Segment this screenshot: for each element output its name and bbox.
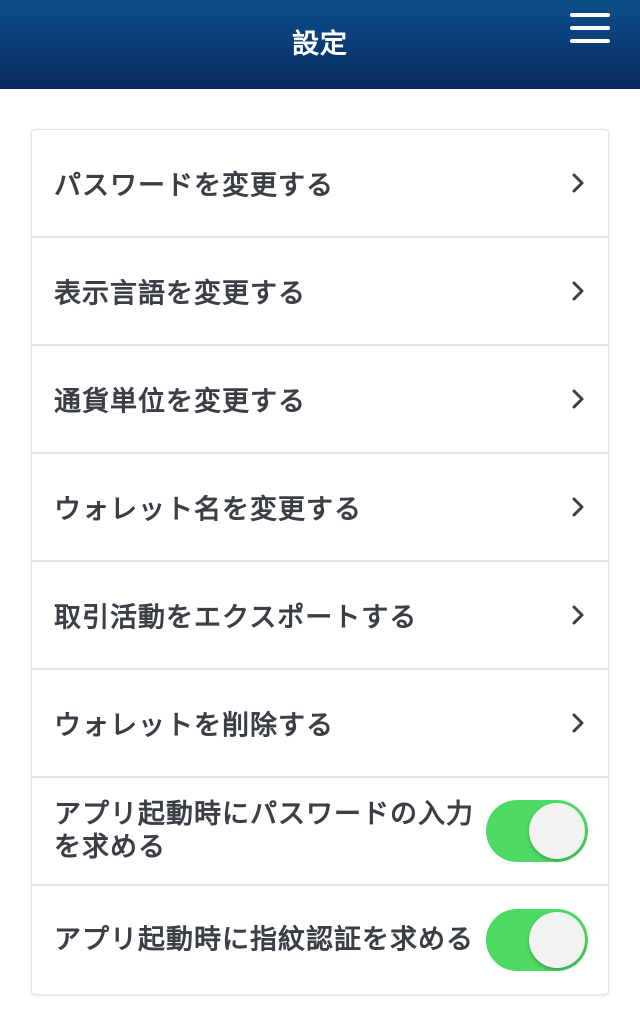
settings-item-label: アプリ起動時に指紋認証を求める xyxy=(54,924,474,956)
settings-item-change-wallet-name[interactable]: ウォレット名を変更する xyxy=(32,454,608,562)
settings-item-export-activity[interactable]: 取引活動をエクスポートする xyxy=(32,562,608,670)
chevron-right-icon xyxy=(572,389,584,409)
settings-item-label: アプリ起動時にパスワードの入力を求める xyxy=(54,799,474,863)
settings-item-delete-wallet[interactable]: ウォレットを削除する xyxy=(32,670,608,778)
settings-card: パスワードを変更する 表示言語を変更する 通貨単位を変更する ウォレット名を変更… xyxy=(31,129,609,995)
app-header: 設定 xyxy=(0,0,640,89)
settings-item-require-fingerprint-on-launch: アプリ起動時に指紋認証を求める xyxy=(32,886,608,994)
chevron-right-icon xyxy=(572,173,584,193)
hamburger-menu-icon[interactable] xyxy=(566,8,614,48)
toggle-knob xyxy=(529,803,585,859)
settings-item-label: 表示言語を変更する xyxy=(54,278,306,310)
menu-bar-middle xyxy=(570,26,610,30)
settings-item-label: 通貨単位を変更する xyxy=(54,386,306,418)
menu-bar-bottom xyxy=(570,39,610,43)
chevron-right-icon xyxy=(572,713,584,733)
menu-bar-top xyxy=(570,13,610,17)
chevron-right-icon xyxy=(572,281,584,301)
settings-item-change-currency[interactable]: 通貨単位を変更する xyxy=(32,346,608,454)
page-title: 設定 xyxy=(292,29,348,60)
settings-item-change-language[interactable]: 表示言語を変更する xyxy=(32,238,608,346)
settings-item-label: ウォレットを削除する xyxy=(54,710,334,742)
settings-item-label: 取引活動をエクスポートする xyxy=(54,602,418,634)
require-password-toggle[interactable] xyxy=(486,800,588,862)
settings-item-require-password-on-launch: アプリ起動時にパスワードの入力を求める xyxy=(32,778,608,886)
require-fingerprint-toggle[interactable] xyxy=(486,909,588,971)
settings-item-label: パスワードを変更する xyxy=(54,170,334,202)
settings-item-label: ウォレット名を変更する xyxy=(54,494,362,526)
toggle-knob xyxy=(529,912,585,968)
chevron-right-icon xyxy=(572,497,584,517)
chevron-right-icon xyxy=(572,605,584,625)
settings-item-change-password[interactable]: パスワードを変更する xyxy=(32,130,608,238)
